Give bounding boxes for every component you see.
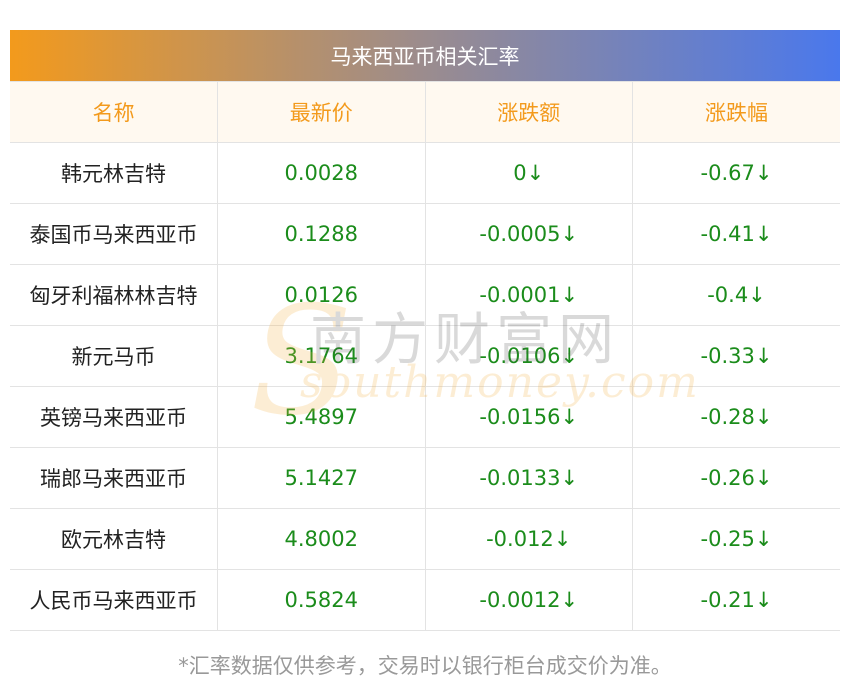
row-change: 0↓ (424, 142, 633, 204)
row-name: 瑞郎马来西亚币 (10, 447, 218, 509)
row-price: 0.0028 (217, 142, 425, 204)
row-change-pct: -0.26↓ (632, 447, 840, 509)
row-change-pct: -0.33↓ (632, 325, 840, 387)
row-price: 0.5824 (217, 569, 425, 631)
header-price: 最新价 (217, 81, 425, 143)
row-price: 0.1288 (217, 203, 425, 265)
row-price: 5.1427 (217, 447, 425, 509)
row-price: 5.4897 (217, 386, 425, 448)
row-name: 韩元林吉特 (10, 142, 218, 204)
header-change: 涨跌额 (424, 81, 633, 143)
row-change: -0.0106↓ (424, 325, 633, 387)
table-row: 欧元林吉特 4.8002 -0.012↓ -0.25↓ (10, 508, 840, 570)
table-row: 韩元林吉特 0.0028 0↓ -0.67↓ (10, 142, 840, 204)
exchange-rate-table: 名称 最新价 涨跌额 涨跌幅 韩元林吉特 0.0028 0↓ -0.67↓ 泰国… (10, 81, 840, 631)
row-change-pct: -0.4↓ (632, 264, 840, 326)
row-name: 欧元林吉特 (10, 508, 218, 570)
row-name: 泰国币马来西亚币 (10, 203, 218, 265)
row-change-pct: -0.41↓ (632, 203, 840, 265)
table-row: 人民币马来西亚币 0.5824 -0.0012↓ -0.21↓ (10, 569, 840, 631)
row-name: 匈牙利福林林吉特 (10, 264, 218, 326)
row-change: -0.0133↓ (424, 447, 633, 509)
header-change-pct: 涨跌幅 (632, 81, 840, 143)
row-change: -0.0012↓ (424, 569, 633, 631)
disclaimer-footnote: *汇率数据仅供参考，交易时以银行柜台成交价为准。 (178, 654, 672, 678)
table-row: 新元马币 3.1764 -0.0106↓ -0.33↓ (10, 325, 840, 387)
row-change: -0.0005↓ (424, 203, 633, 265)
row-name: 新元马币 (10, 325, 218, 387)
table-row: 瑞郎马来西亚币 5.1427 -0.0133↓ -0.26↓ (10, 447, 840, 509)
row-change-pct: -0.28↓ (632, 386, 840, 448)
row-change: -0.0156↓ (424, 386, 633, 448)
row-change: -0.012↓ (424, 508, 633, 570)
table-row: 英镑马来西亚币 5.4897 -0.0156↓ -0.28↓ (10, 386, 840, 448)
table-row: 匈牙利福林林吉特 0.0126 -0.0001↓ -0.4↓ (10, 264, 840, 326)
row-name: 人民币马来西亚币 (10, 569, 218, 631)
row-change-pct: -0.21↓ (632, 569, 840, 631)
header-name: 名称 (10, 81, 218, 143)
table-row: 泰国币马来西亚币 0.1288 -0.0005↓ -0.41↓ (10, 203, 840, 265)
table-header-row: 名称 最新价 涨跌额 涨跌幅 (10, 81, 840, 143)
row-change: -0.0001↓ (424, 264, 633, 326)
table-title: 马来西亚币相关汇率 (10, 30, 840, 81)
row-price: 4.8002 (217, 508, 425, 570)
row-price: 3.1764 (217, 325, 425, 387)
row-change-pct: -0.67↓ (632, 142, 840, 204)
row-price: 0.0126 (217, 264, 425, 326)
row-change-pct: -0.25↓ (632, 508, 840, 570)
row-name: 英镑马来西亚币 (10, 386, 218, 448)
